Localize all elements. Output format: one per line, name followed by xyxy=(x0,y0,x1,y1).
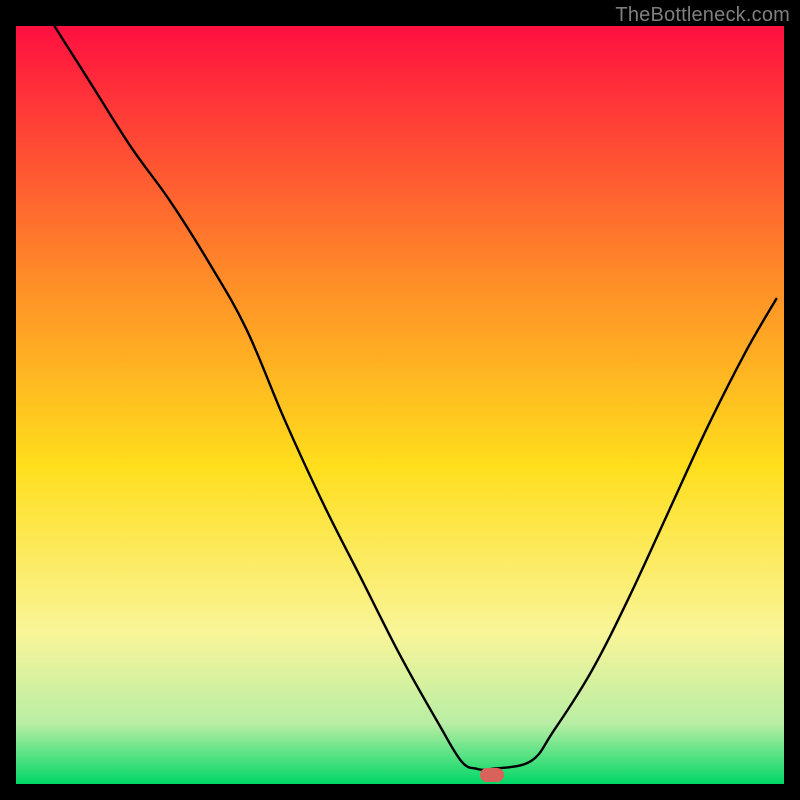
chart-container: TheBottleneck.com xyxy=(0,0,800,800)
line-chart xyxy=(16,26,784,784)
plot-area xyxy=(16,26,784,784)
bottleneck-curve xyxy=(54,26,776,770)
optimal-marker xyxy=(480,768,504,782)
watermark-label: TheBottleneck.com xyxy=(615,4,790,27)
